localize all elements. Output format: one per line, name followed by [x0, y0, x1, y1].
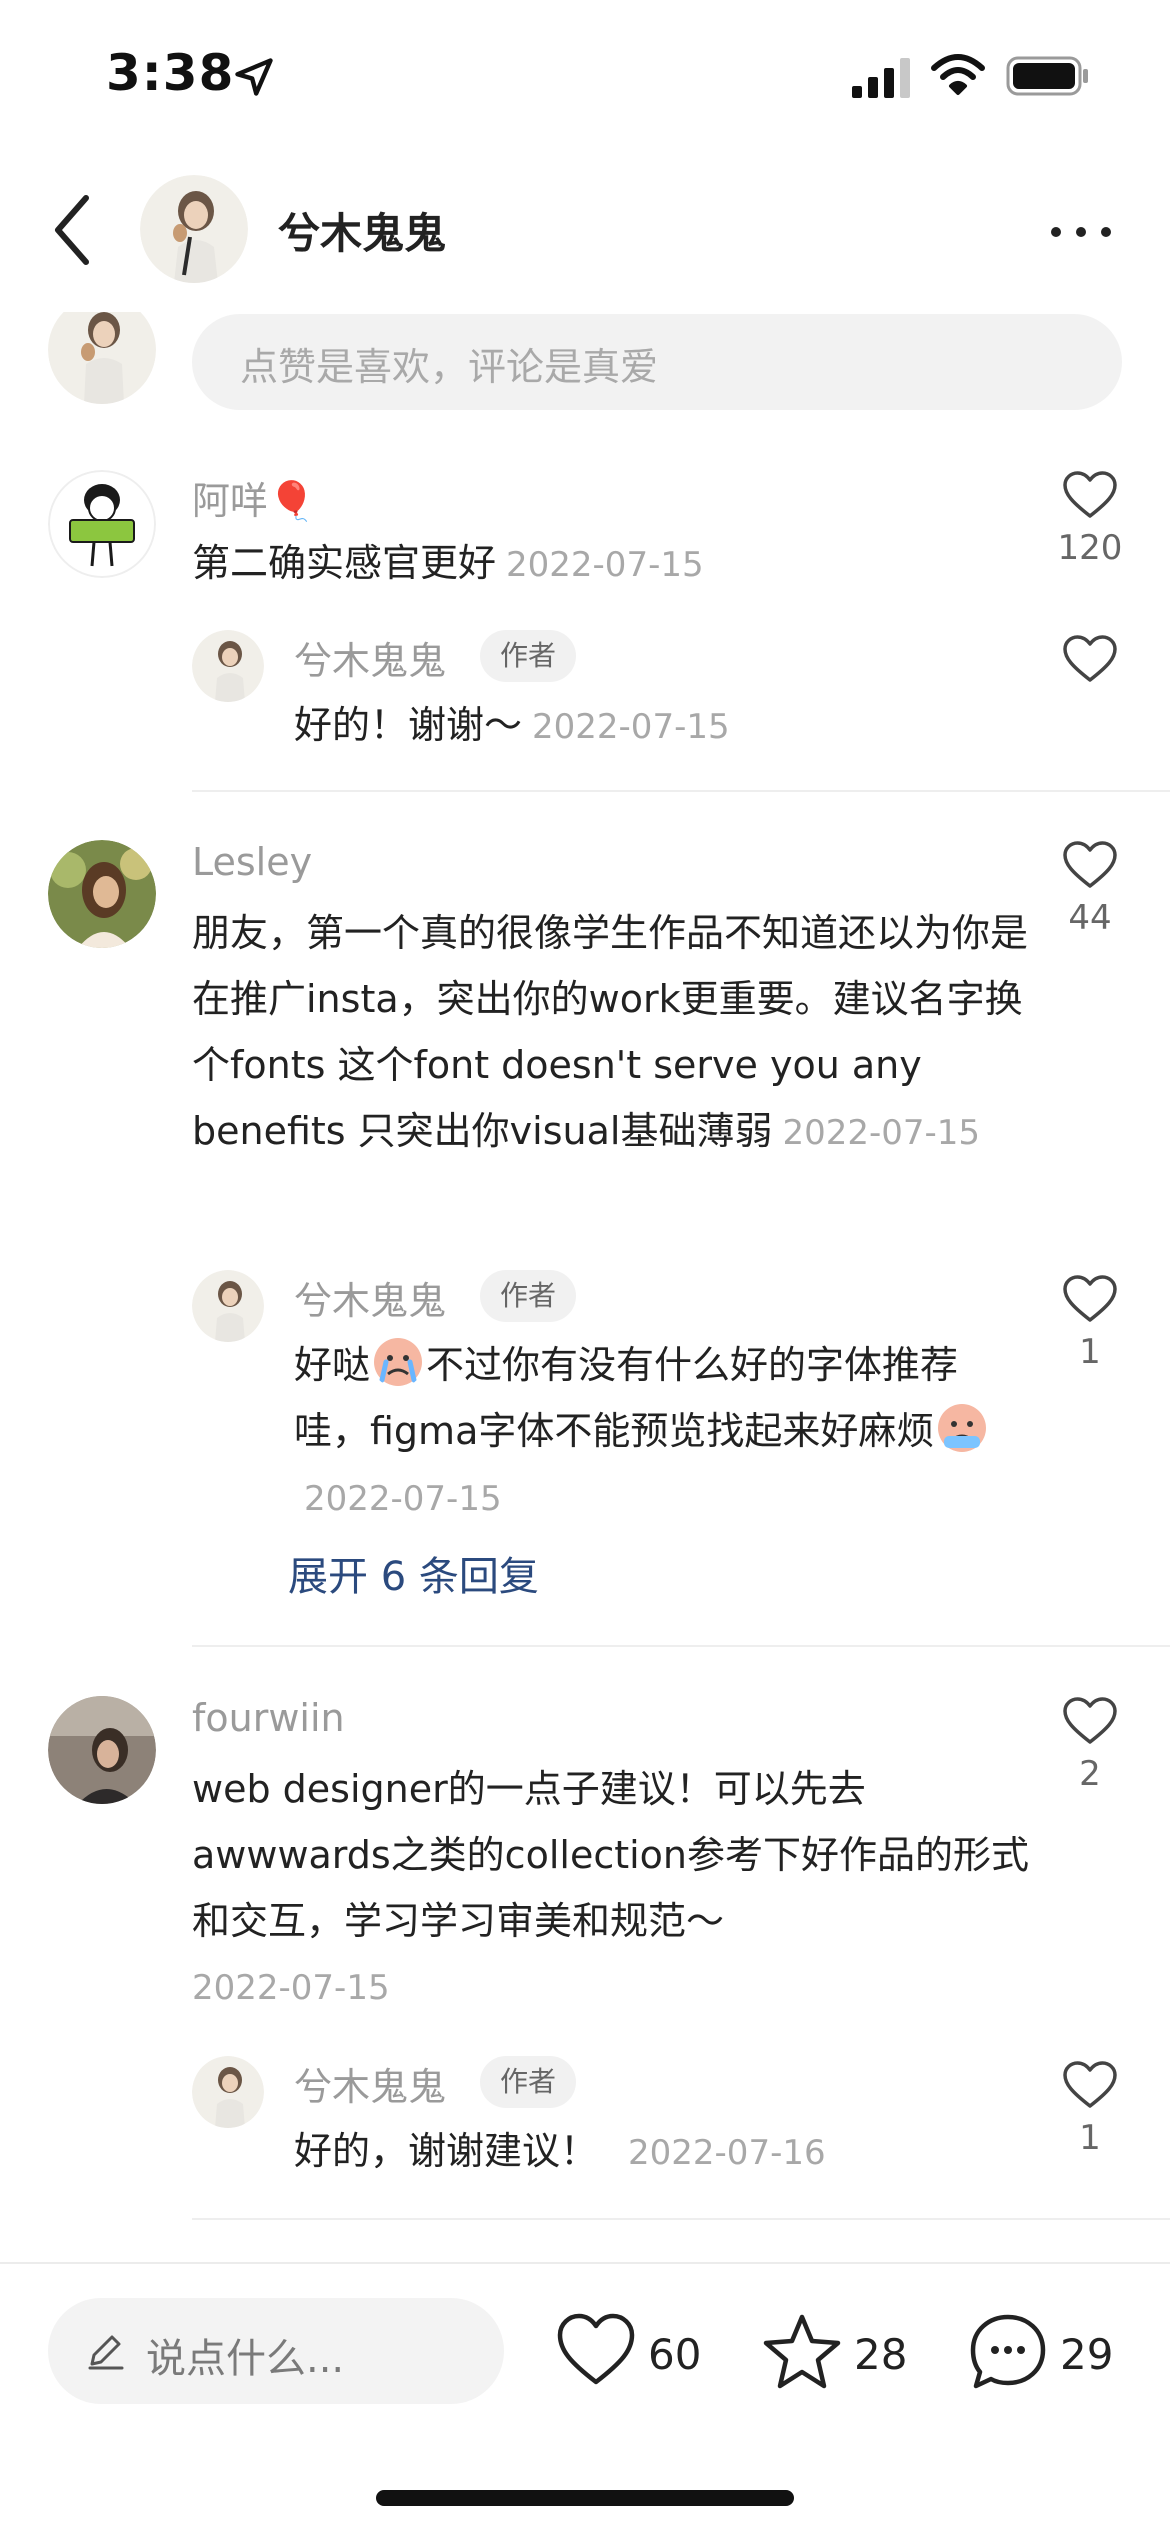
back-chevron-icon[interactable] [46, 192, 102, 268]
heart-icon [1063, 2061, 1117, 2108]
say-something-placeholder: 说点什么... [146, 2336, 345, 2382]
like-count: 1 [1079, 1332, 1101, 1372]
comment-date: 2022-07-15 [782, 1113, 981, 1153]
post-favorite-count: 28 [854, 2330, 908, 2379]
reply-body-start: 好哒 [294, 1343, 371, 1387]
star-icon [763, 2314, 841, 2389]
user-avatar[interactable] [48, 840, 156, 948]
nav-title: 兮木鬼鬼 [278, 209, 447, 258]
user-avatar[interactable] [48, 470, 156, 578]
reply-username[interactable]: 兮木鬼鬼 [294, 630, 446, 685]
comment-item: Lesley 朋友，第一个真的很像学生作品不知道还以为你是在推广insta，突出… [0, 840, 1170, 1640]
signal-icon [852, 58, 910, 98]
battery-icon [1006, 56, 1088, 96]
comment-date: 2022-07-15 [192, 1968, 390, 2008]
chat-bubble-icon [970, 2314, 1046, 2389]
author-badge: 作者 [480, 2056, 577, 2108]
heart-icon [557, 2313, 635, 2385]
comment-text: web designer的一点子建议！可以先去awwwards之类的collec… [192, 1767, 1030, 1943]
comment-input-placeholder: 点赞是喜欢，评论是真爱 [240, 345, 659, 389]
author-avatar[interactable] [140, 175, 248, 283]
status-time: 3:38 [106, 44, 235, 102]
comment-input[interactable]: 点赞是喜欢，评论是真爱 [192, 314, 1122, 410]
author-avatar[interactable] [192, 630, 264, 702]
crying-emoji-icon [938, 1404, 987, 1452]
comment-username[interactable]: 阿咩🎈 [192, 470, 315, 525]
reply-username[interactable]: 兮木鬼鬼 [294, 1270, 446, 1325]
like-count: 1 [1079, 2118, 1101, 2158]
reply-text: 好的，谢谢建议！ 2022-07-16 [294, 2118, 1034, 2186]
heart-icon [1063, 1275, 1117, 1322]
reply-like-button[interactable]: 1 [1050, 1274, 1130, 1372]
reply-username[interactable]: 兮木鬼鬼 [294, 2056, 446, 2111]
reply-body: 好的！谢谢～ [294, 703, 523, 747]
pencil-icon [88, 2335, 124, 2370]
reply-like-button[interactable] [1050, 634, 1130, 684]
author-badge: 作者 [480, 630, 577, 682]
more-icon[interactable] [1046, 212, 1116, 252]
wifi-icon [931, 54, 985, 95]
like-post-button[interactable]: 60 [556, 2312, 716, 2396]
reply-text: 好的！谢谢～ 2022-07-15 [294, 692, 1034, 760]
comment-item: 阿咩🎈 第二确实感官更好 2022-07-15 120 兮木鬼鬼 作者 好的！谢谢… [0, 470, 1170, 790]
heart-icon [1063, 635, 1117, 682]
reply-body: 好的，谢谢建议！ [294, 2129, 599, 2173]
user-avatar[interactable] [48, 1696, 156, 1804]
top-comment-row: 点赞是喜欢，评论是真爱 [0, 312, 1170, 412]
comment-like-button[interactable]: 120 [1050, 470, 1130, 568]
crying-emoji-icon [374, 1338, 423, 1386]
heart-icon [1063, 471, 1117, 518]
author-avatar[interactable] [192, 2056, 264, 2128]
comment-text: 朋友，第一个真的很像学生作品不知道还以为你是在推广insta，突出你的work更… [192, 900, 1032, 1166]
reply-text: 好哒 不过你有没有什么好的字体推荐哇，figma字体不能预览找起来好麻烦2022-… [294, 1332, 1024, 1532]
comment-text: 第二确实感官更好 2022-07-15 [192, 530, 1032, 598]
post-like-count: 60 [648, 2330, 702, 2379]
my-avatar [48, 312, 156, 404]
like-count: 2 [1079, 1754, 1101, 1794]
heart-icon [1063, 1697, 1117, 1744]
heart-icon [1063, 841, 1117, 888]
comment-username[interactable]: Lesley [192, 840, 312, 884]
comment-username[interactable]: fourwiin [192, 1696, 345, 1740]
like-count: 44 [1068, 898, 1112, 938]
favorite-post-button[interactable]: 28 [762, 2312, 922, 2396]
comment-like-button[interactable]: 44 [1050, 840, 1130, 938]
comment-date: 2022-07-15 [506, 545, 704, 585]
expand-replies-link[interactable]: 展开 6 条回复 [288, 1544, 539, 1602]
comment-item: fourwiin web designer的一点子建议！可以先去awwwards… [0, 1696, 1170, 2216]
author-badge: 作者 [480, 1270, 577, 1322]
reply-date: 2022-07-15 [304, 1479, 502, 1519]
divider [192, 1645, 1170, 1647]
divider [192, 790, 1170, 792]
home-indicator [376, 2490, 794, 2506]
divider [192, 2218, 1170, 2220]
reply-date: 2022-07-15 [532, 707, 730, 747]
location-arrow-icon [235, 58, 273, 96]
post-comment-count: 29 [1060, 2330, 1114, 2379]
say-something-input[interactable]: 说点什么... [48, 2298, 504, 2404]
comment-body: 第二确实感官更好 [192, 541, 497, 585]
bottom-action-bar: 说点什么... 60 28 29 [0, 2262, 1170, 2532]
comment-like-button[interactable]: 2 [1050, 1696, 1130, 1794]
reply-like-button[interactable]: 1 [1050, 2060, 1130, 2158]
status-bar: 3:38 [0, 0, 1170, 150]
author-avatar[interactable] [192, 1270, 264, 1342]
like-count: 120 [1057, 528, 1123, 568]
nav-bar: 兮木鬼鬼 [0, 150, 1170, 310]
comment-post-button[interactable]: 29 [968, 2312, 1138, 2396]
reply-date: 2022-07-16 [628, 2133, 826, 2173]
